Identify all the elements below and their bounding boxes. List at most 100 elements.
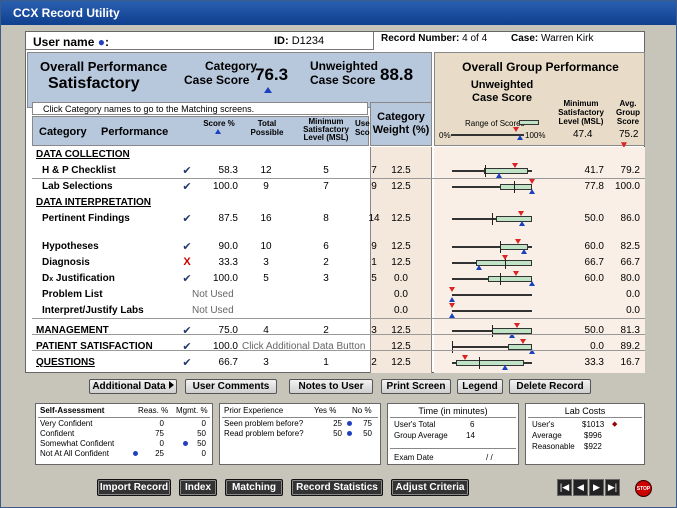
pe-row-yes: 50 xyxy=(333,429,342,438)
category-weight-value: 12.5 xyxy=(391,241,411,252)
col-category[interactable]: Category xyxy=(39,126,87,138)
category-name[interactable]: Lab Selections xyxy=(42,181,113,192)
additional-data-button[interactable]: Additional Data xyxy=(89,379,177,394)
group-avg-marker-icon xyxy=(514,323,521,328)
stop-icon[interactable]: STOP xyxy=(635,480,652,497)
app-window: CCX Record Utility User name ●: ID: D123… xyxy=(0,0,677,508)
table-row: Pertinent Findings ✔ 87.5 16 8 14 12.5 50.0 86.0 xyxy=(32,211,645,227)
group-msl-label: Minimum Satisfactory Level (MSL) xyxy=(558,99,604,126)
score-range-bar xyxy=(452,211,532,226)
sa-row-mgmt: 50 xyxy=(197,429,206,438)
category-name[interactable]: Interpret/Justify Labs xyxy=(42,305,144,316)
range-of-scores xyxy=(496,216,532,222)
user-score-marker-icon xyxy=(529,281,535,286)
divider xyxy=(390,448,516,449)
category-weight-value: 0.0 xyxy=(394,305,408,316)
prior-experience-title: Prior Experience xyxy=(224,406,284,415)
reas-selected-dot-icon xyxy=(133,451,138,456)
msl-tick xyxy=(478,357,480,369)
category-name[interactable]: H & P Checklist xyxy=(42,165,116,176)
category-name[interactable]: Dx Justification xyxy=(42,273,115,284)
group-avg-marker-icon xyxy=(520,339,527,344)
delete-record-button[interactable]: Delete Record xyxy=(509,379,591,394)
score-axis xyxy=(452,294,532,296)
checkmark-icon: ✔ xyxy=(182,357,192,369)
table-row: MANAGEMENT ✔ 75.0 4 2 3 12.5 50.0 81.3 xyxy=(32,323,645,339)
category-name: DATA INTERPRETATION xyxy=(36,197,151,208)
group-unweighted-label: Unweighted Case Score xyxy=(470,79,534,104)
msl-value: 7 xyxy=(323,181,329,192)
window-title: CCX Record Utility xyxy=(1,1,676,25)
group-msl-value: 77.8 xyxy=(584,181,604,192)
category-name[interactable]: Pertinent Findings xyxy=(42,213,130,224)
user-score-marker-icon xyxy=(521,249,527,254)
reasonable-cost-label: Reasonable xyxy=(532,442,575,451)
arrow-right-icon xyxy=(168,381,174,389)
index-button[interactable]: Index xyxy=(179,479,217,496)
user-id: ID: D1234 xyxy=(274,35,325,47)
user-score-marker-icon xyxy=(519,221,525,226)
group-avg-value: 80.0 xyxy=(620,273,640,284)
group-title: Overall Group Performance xyxy=(462,60,619,74)
row-divider xyxy=(32,178,645,179)
col-category-weight: Category Weight (%) xyxy=(370,102,432,146)
score-value: 33.3 xyxy=(218,257,238,268)
first-record-icon[interactable]: |◀ xyxy=(557,479,572,496)
next-record-icon[interactable]: ▶ xyxy=(589,479,604,496)
category-name[interactable]: Hypotheses xyxy=(42,241,99,252)
group-avg-value: 100.0 xyxy=(614,181,640,192)
scale-hundred: 100% xyxy=(525,131,546,140)
lab-costs-title: Lab Costs xyxy=(564,406,606,416)
unweighted-score-value: 88.8 xyxy=(380,65,414,84)
legend-button[interactable]: Legend xyxy=(457,379,503,394)
category-weight-value: 12.5 xyxy=(391,213,411,224)
category-name: DATA COLLECTION xyxy=(36,149,130,160)
sa-row-reas: 0 xyxy=(159,439,164,448)
last-record-icon[interactable]: ▶| xyxy=(605,479,620,496)
table-row: Hypotheses ✔ 90.0 10 6 9 12.5 60.0 82.5 xyxy=(32,239,645,255)
category-name[interactable]: Diagnosis xyxy=(42,257,90,268)
group-msl-value: 50.0 xyxy=(584,213,604,224)
category-score-label-2: Case Score xyxy=(184,73,250,87)
group-avg-marker-icon xyxy=(462,355,469,360)
user-name-label: User name ●: xyxy=(33,35,109,49)
msl-value: 6 xyxy=(323,241,329,252)
group-avg-marker-icon xyxy=(502,255,509,260)
users-cost-label: User's xyxy=(532,420,555,429)
category-weight-value: 0.0 xyxy=(394,289,408,300)
table-row: Problem List Not Used 0.0 0.0 xyxy=(32,287,645,303)
adjust-criteria-button[interactable]: Adjust Criteria xyxy=(391,479,469,496)
group-msl-value: 66.7 xyxy=(584,257,604,268)
mgmt-label: Mgmt. % xyxy=(176,406,208,415)
col-score[interactable]: Score % xyxy=(201,119,237,128)
matching-button[interactable]: Matching xyxy=(225,479,283,496)
user-score-marker-icon xyxy=(529,189,535,194)
score-value: 87.5 xyxy=(218,213,238,224)
group-avg-label: Avg. Group Score xyxy=(616,99,640,126)
record-statistics-button[interactable]: Record Statistics xyxy=(291,479,383,496)
score-value: 90.0 xyxy=(218,241,238,252)
total-possible-value: 16 xyxy=(260,213,272,224)
print-screen-button[interactable]: Print Screen xyxy=(381,379,451,394)
checkmark-icon: ✔ xyxy=(182,181,192,193)
user-comments-button[interactable]: User Comments xyxy=(185,379,277,394)
users-cost-value: $1013 xyxy=(582,420,605,429)
no-label: No % xyxy=(352,406,372,415)
category-name[interactable]: Problem List xyxy=(42,289,103,300)
category-weight-value: 12.5 xyxy=(391,357,411,368)
range-of-scores xyxy=(484,168,528,174)
import-record-button[interactable]: Import Record xyxy=(97,479,171,496)
msl-tick xyxy=(492,325,493,337)
checkmark-icon: ✔ xyxy=(182,165,192,177)
lab-costs-box: Lab Costs User's $1013 ◆ Average $996 Re… xyxy=(525,403,645,465)
scale-line xyxy=(451,134,524,136)
not-used-note: Not Used xyxy=(192,289,234,300)
category-name[interactable]: QUESTIONS xyxy=(36,357,95,368)
previous-record-icon[interactable]: ◀ xyxy=(573,479,588,496)
notes-to-user-button[interactable]: Notes to User xyxy=(289,379,373,394)
sa-row-reas: 25 xyxy=(155,449,164,458)
score-range-bar xyxy=(452,355,532,370)
score-range-bar xyxy=(452,255,532,270)
row-divider xyxy=(32,350,645,351)
group-avg-value: 79.2 xyxy=(620,165,640,176)
